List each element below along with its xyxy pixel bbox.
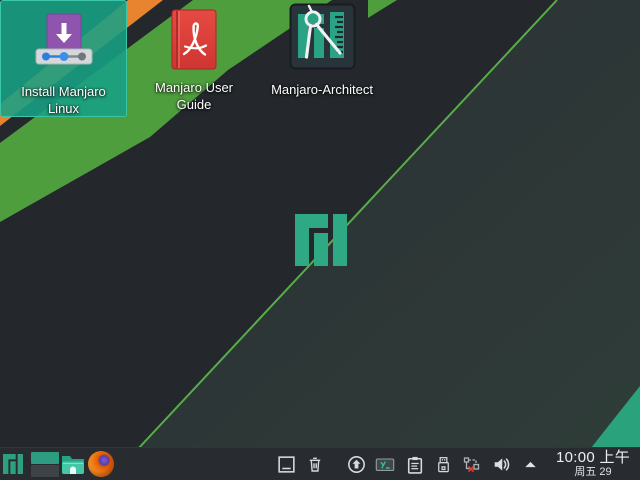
calamares-installer-icon <box>34 12 94 79</box>
terminal-icon[interactable] <box>374 453 396 475</box>
manjaro-architect-icon <box>289 3 356 75</box>
volume-icon[interactable] <box>490 453 512 475</box>
panel-launchers <box>0 448 115 480</box>
system-tray: 10:00 上午 周五 29 <box>275 448 640 480</box>
clock-date: 周五 29 <box>552 467 634 478</box>
taskbar: 10:00 上午 周五 29 <box>0 447 640 480</box>
trash-icon[interactable] <box>304 453 326 475</box>
removable-device-icon[interactable] <box>432 453 454 475</box>
pdf-guide-icon <box>171 9 217 75</box>
desktop-icon-manjaro-architect[interactable]: Manjaro-Architect <box>256 0 388 117</box>
firefox-icon <box>88 451 114 477</box>
pager-desktop-2[interactable] <box>31 465 59 477</box>
desktop: Install Manjaro Linux Manjaro User Guide <box>0 0 640 480</box>
show-desktop-icon[interactable] <box>275 453 297 475</box>
folder-icon <box>60 451 86 477</box>
clipboard-icon[interactable] <box>403 453 425 475</box>
desktop-icon-label: Install Manjaro Linux <box>12 83 116 117</box>
virtual-desktop-pager[interactable] <box>31 451 59 477</box>
desktop-icon-user-guide[interactable]: Manjaro User Guide <box>130 0 258 117</box>
firefox-button[interactable] <box>87 450 115 478</box>
desktop-icon-install-manjaro[interactable]: Install Manjaro Linux <box>0 0 127 117</box>
desktop-icon-label: Manjaro-Architect <box>271 81 373 98</box>
manjaro-logo <box>295 214 347 266</box>
updates-icon[interactable] <box>345 453 367 475</box>
desktop-icon-label: Manjaro User Guide <box>142 79 246 113</box>
pager-desktop-1[interactable] <box>31 452 59 464</box>
application-menu-button[interactable] <box>0 451 26 477</box>
manjaro-menu-icon <box>3 454 23 474</box>
clock-time: 10:00 上午 <box>552 450 634 465</box>
expand-tray-icon[interactable] <box>519 453 541 475</box>
digital-clock[interactable]: 10:00 上午 周五 29 <box>552 450 634 478</box>
file-manager-button[interactable] <box>59 450 87 478</box>
network-disconnected-icon[interactable] <box>461 453 483 475</box>
